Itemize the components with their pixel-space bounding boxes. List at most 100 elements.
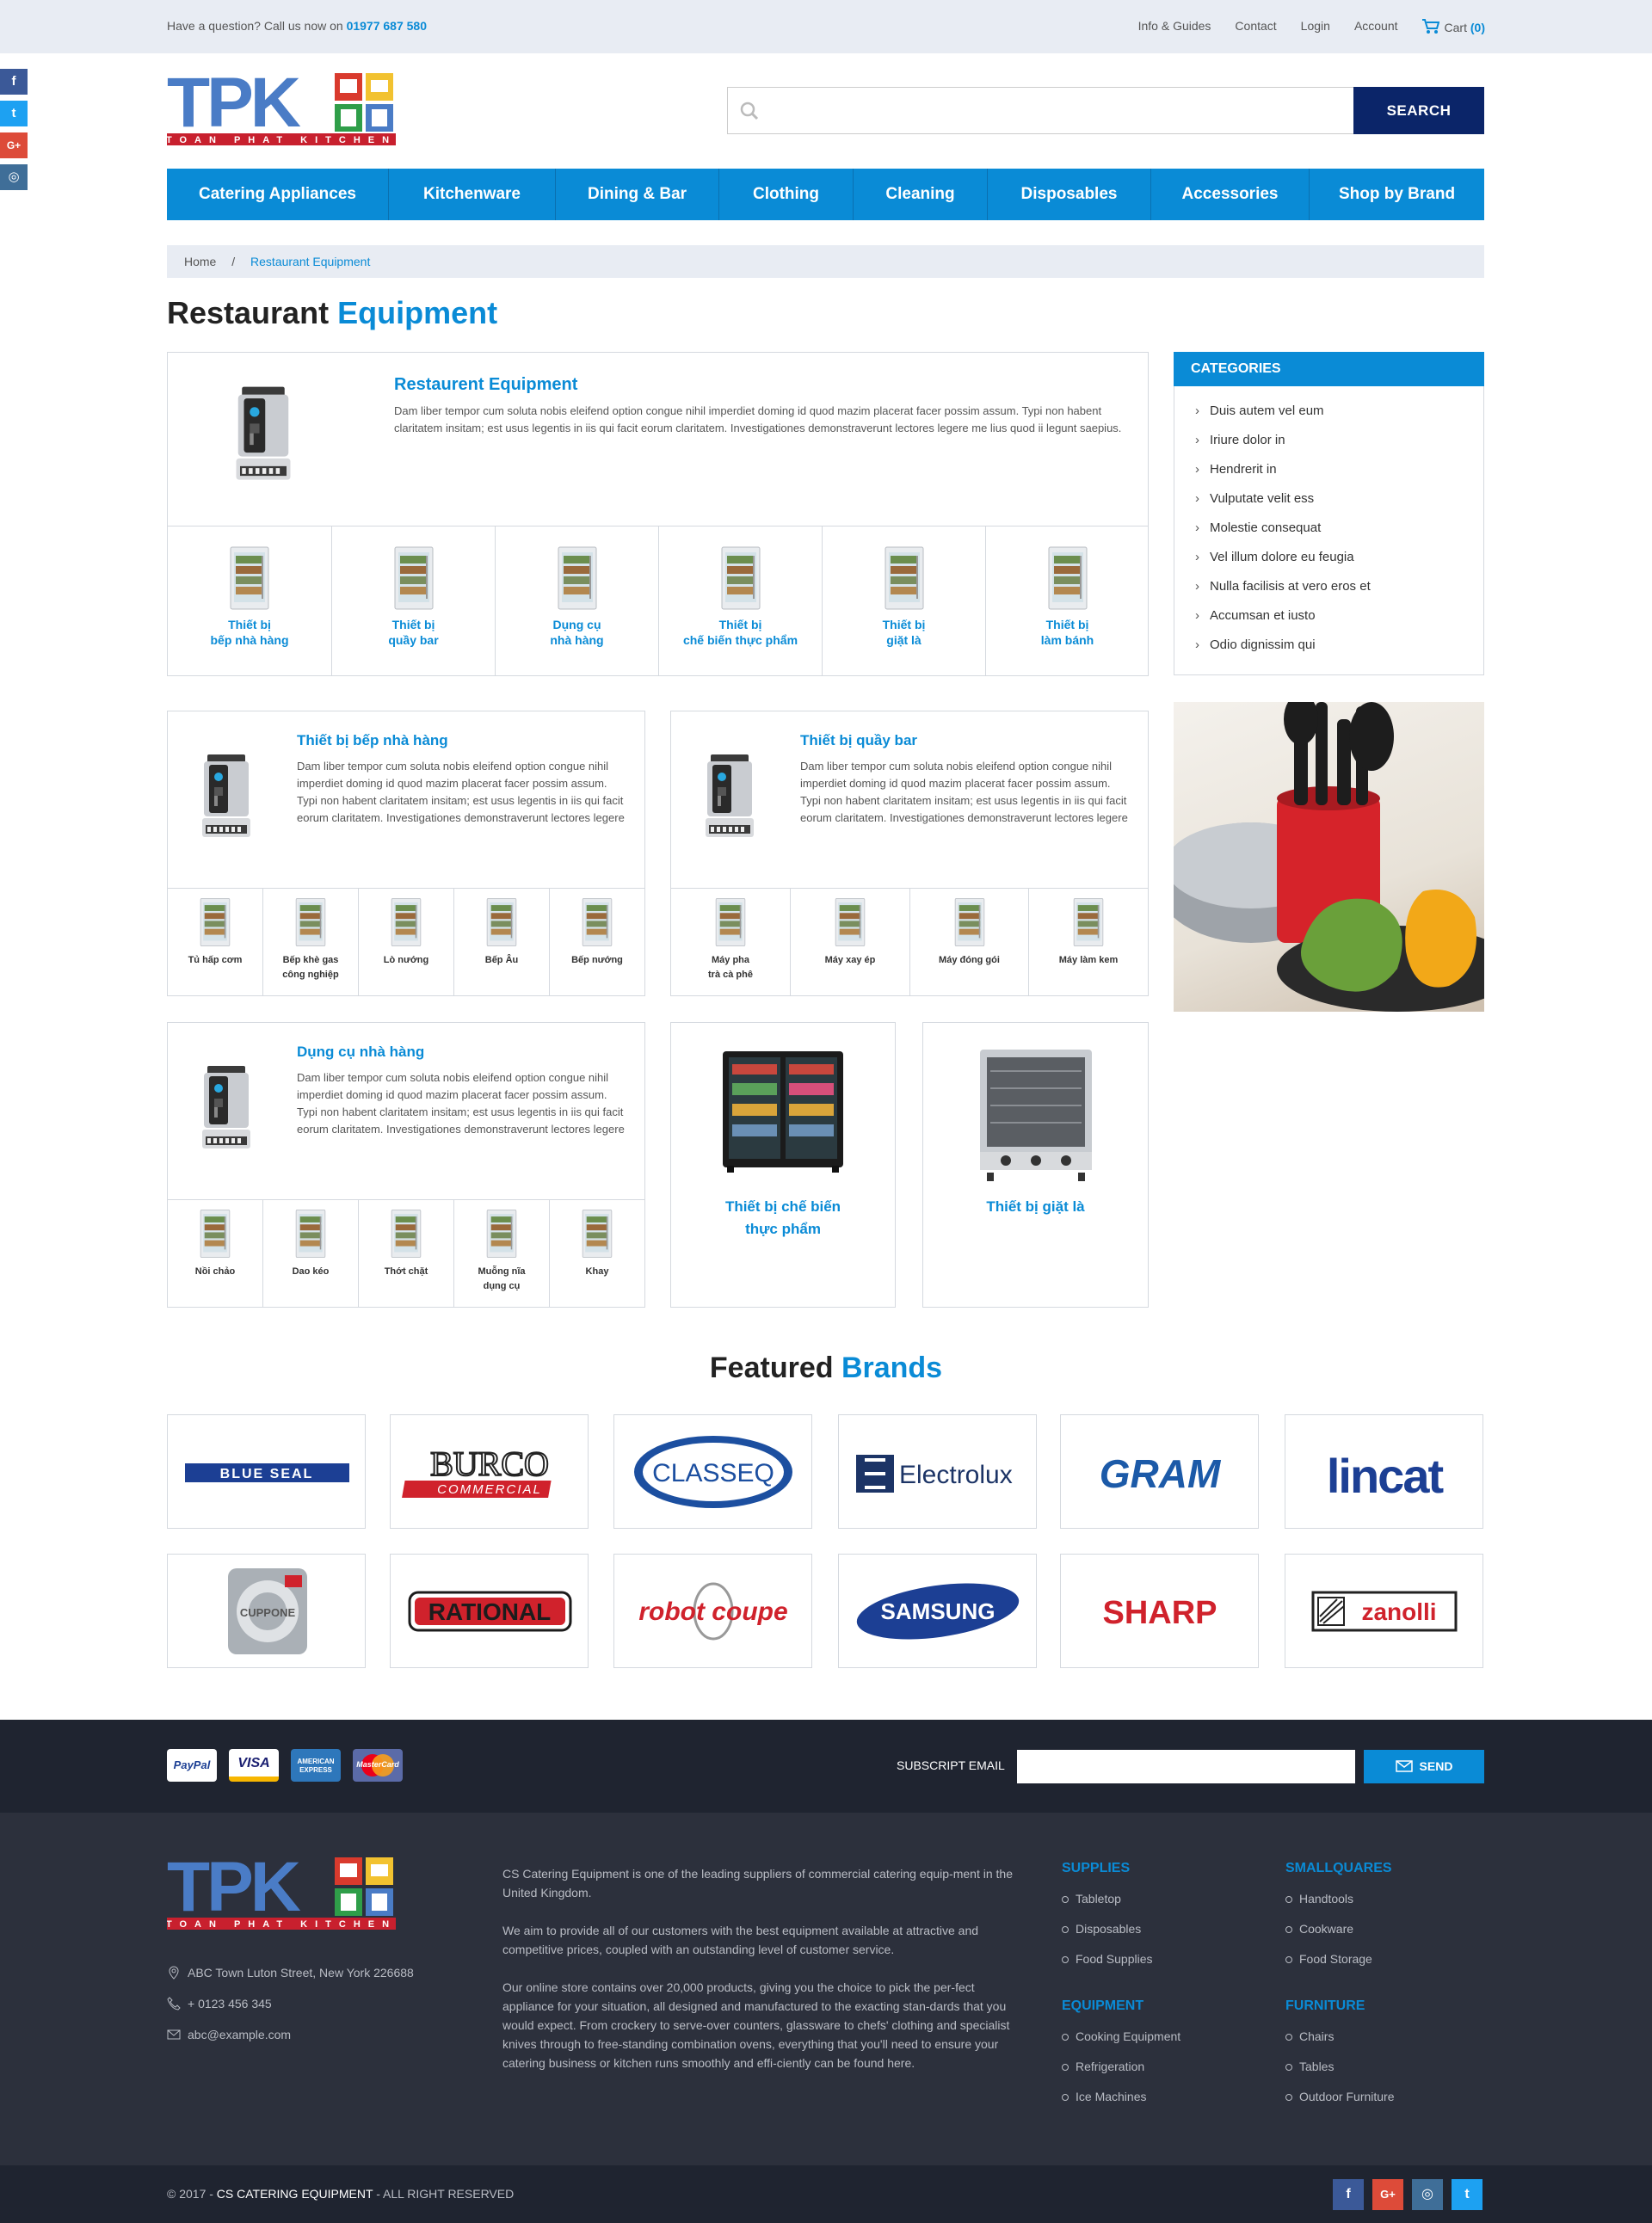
nav-dining-bar[interactable]: Dining & Bar: [556, 169, 719, 220]
send-button[interactable]: SEND: [1364, 1750, 1484, 1783]
brand-burco[interactable]: BURCO COMMERCIAL: [390, 1414, 589, 1529]
brand-classeq[interactable]: CLASSEQ: [613, 1414, 812, 1529]
category-item[interactable]: Accumsan et iusto: [1174, 601, 1483, 631]
facebook-icon[interactable]: f: [1333, 2179, 1364, 2210]
nav-accessories[interactable]: Accessories: [1151, 169, 1310, 220]
subcategory-label: Nồi chảo: [194, 1266, 236, 1277]
footer-link[interactable]: Tabletop: [1062, 1892, 1153, 1906]
footer-link[interactable]: Cookware: [1285, 1922, 1392, 1936]
brand-zanolli[interactable]: zanolli: [1285, 1554, 1483, 1668]
category-item[interactable]: Iriure dolor in: [1174, 426, 1483, 455]
category-item[interactable]: Molestie consequat: [1174, 514, 1483, 543]
copyright-brand[interactable]: CS CATERING EQUIPMENT: [217, 2187, 373, 2201]
subcategory-item[interactable]: Bếp Âu: [454, 889, 550, 996]
panel-title[interactable]: Thiết bị quầy bar: [800, 732, 917, 749]
subscribe-email-input[interactable]: [1017, 1750, 1355, 1783]
breadcrumb-separator: /: [231, 255, 236, 268]
subcategory-item[interactable]: Thiết bị giặt là: [823, 526, 986, 676]
fridge-image: [1073, 898, 1104, 946]
subcategory-item[interactable]: Khay: [550, 1200, 644, 1308]
brand-sharp[interactable]: SHARP: [1060, 1554, 1259, 1668]
brand-rational[interactable]: RATIONAL: [390, 1554, 589, 1668]
subcategory-item[interactable]: Máy làm kem: [1029, 889, 1148, 996]
category-item[interactable]: Vulputate velit ess: [1174, 484, 1483, 514]
panel-title[interactable]: Thiết bị bếp nhà hàng: [297, 732, 448, 749]
fridge-image: [200, 1210, 231, 1258]
payment-methods: PayPal VISA AMERICAN EXPRESS MasterCard: [167, 1749, 403, 1782]
search-button[interactable]: SEARCH: [1353, 87, 1484, 134]
account-link[interactable]: Account: [1354, 19, 1398, 34]
twitter-icon[interactable]: t: [0, 101, 28, 126]
panel-subcategory-grid: Máy pha trà cà phê Máy xay ép Máy đóng g…: [671, 888, 1148, 996]
info-guides-link[interactable]: Info & Guides: [1138, 19, 1211, 34]
search-input[interactable]: [771, 95, 1339, 127]
subcategory-item[interactable]: Muỗng nĩa dụng cụ: [454, 1200, 550, 1308]
footer-link[interactable]: Tables: [1285, 2060, 1395, 2073]
facebook-icon[interactable]: f: [0, 69, 28, 95]
site-logo[interactable]: TPK TOAN PHAT KITCHEN: [166, 64, 396, 145]
main-category-title[interactable]: Restaurent Equipment: [394, 375, 577, 395]
subcategory-item[interactable]: Tủ hấp cơm: [168, 889, 263, 996]
footer-link[interactable]: Refrigeration: [1062, 2060, 1180, 2073]
login-link[interactable]: Login: [1301, 19, 1330, 34]
footer-link[interactable]: Disposables: [1062, 1922, 1153, 1936]
instagram-icon[interactable]: ◎: [1412, 2179, 1443, 2210]
category-item[interactable]: Odio dignissim qui: [1174, 631, 1483, 660]
subcategory-item[interactable]: Thiết bị bếp nhà hàng: [168, 526, 332, 676]
footer-link[interactable]: Food Supplies: [1062, 1952, 1153, 1966]
subcategory-item[interactable]: Máy pha trà cà phê: [671, 889, 791, 996]
subcategory-item[interactable]: Dao kéo: [263, 1200, 359, 1308]
brand-lincat[interactable]: lincat: [1285, 1414, 1483, 1529]
category-item[interactable]: Duis autem vel eum: [1174, 397, 1483, 426]
footer-link[interactable]: Outdoor Furniture: [1285, 2090, 1395, 2103]
google-plus-icon[interactable]: G+: [1372, 2179, 1403, 2210]
twitter-icon[interactable]: t: [1452, 2179, 1482, 2210]
subcategory-item[interactable]: Máy xay ép: [791, 889, 910, 996]
cart-count: (0): [1470, 21, 1485, 34]
brand-samsung[interactable]: SAMSUNG: [838, 1554, 1037, 1668]
brand-blue-seal[interactable]: BLUE SEAL: [167, 1414, 366, 1529]
breadcrumb-home[interactable]: Home: [184, 255, 216, 268]
category-tile-food-processing[interactable]: Thiết bị chế biến thực phẩm: [670, 1022, 896, 1308]
phone-link[interactable]: 01977 687 580: [347, 19, 427, 33]
nav-cleaning[interactable]: Cleaning: [854, 169, 988, 220]
footer-logo[interactable]: TPK TOAN PHAT KITCHEN: [166, 1848, 396, 1934]
google-plus-icon[interactable]: G+: [0, 132, 28, 158]
email-text[interactable]: abc@example.com: [188, 2028, 291, 2041]
category-tile-laundry[interactable]: Thiết bị giặt là: [922, 1022, 1149, 1308]
subcategory-item[interactable]: Bếp nướng: [550, 889, 644, 996]
brand-gram[interactable]: GRAM: [1060, 1414, 1259, 1529]
nav-disposables[interactable]: Disposables: [988, 169, 1151, 220]
brand-cuppone[interactable]: CUPPONE: [167, 1554, 366, 1668]
panel-title[interactable]: Dụng cụ nhà hàng: [297, 1044, 424, 1061]
footer-link[interactable]: Chairs: [1285, 2029, 1395, 2043]
footer-link[interactable]: Handtools: [1285, 1892, 1392, 1906]
instagram-icon[interactable]: ◎: [0, 164, 28, 190]
kitchen-utensils-banner[interactable]: [1174, 702, 1484, 1012]
nav-clothing[interactable]: Clothing: [719, 169, 854, 220]
footer-link[interactable]: Cooking Equipment: [1062, 2029, 1180, 2043]
subcategory-item[interactable]: Bếp khè gas công nghiệp: [263, 889, 359, 996]
main-subcategory-grid: Thiết bị bếp nhà hàng Thiết bị quầy bar …: [168, 526, 1148, 676]
brand-robot-coupe[interactable]: robot coupe: [613, 1554, 812, 1668]
cart-link[interactable]: Cart (0): [1421, 19, 1485, 34]
category-item[interactable]: Vel illum dolore eu feugia: [1174, 543, 1483, 572]
footer-main: TPK TOAN PHAT KITCHEN ABC Town Luton Str…: [0, 1813, 1652, 2165]
subcategory-item[interactable]: Máy đóng gói: [910, 889, 1029, 996]
category-item[interactable]: Nulla facilisis at vero eros et: [1174, 572, 1483, 601]
footer-link[interactable]: Ice Machines: [1062, 2090, 1180, 2103]
subcategory-item[interactable]: Thiết bị chế biến thực phẩm: [659, 526, 823, 676]
brand-electrolux[interactable]: Electrolux: [838, 1414, 1037, 1529]
subcategory-item[interactable]: Thớt chặt: [359, 1200, 454, 1308]
subcategory-item[interactable]: Thiết bị quầy bar: [332, 526, 496, 676]
nav-kitchenware[interactable]: Kitchenware: [389, 169, 556, 220]
category-item[interactable]: Hendrerit in: [1174, 455, 1483, 484]
nav-catering-appliances[interactable]: Catering Appliances: [167, 169, 389, 220]
subcategory-item[interactable]: Dụng cụ nhà hàng: [496, 526, 659, 676]
footer-link[interactable]: Food Storage: [1285, 1952, 1392, 1966]
subcategory-item[interactable]: Nồi chảo: [168, 1200, 263, 1308]
subcategory-item[interactable]: Thiết bị làm bánh: [986, 526, 1149, 676]
subcategory-item[interactable]: Lò nướng: [359, 889, 454, 996]
contact-link[interactable]: Contact: [1235, 19, 1276, 34]
nav-shop-by-brand[interactable]: Shop by Brand: [1310, 169, 1484, 220]
